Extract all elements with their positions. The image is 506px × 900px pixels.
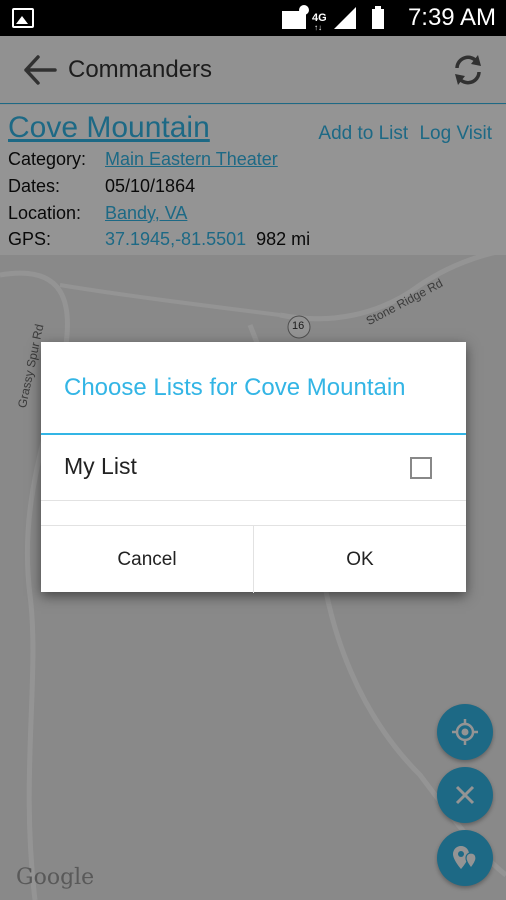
dialog-title: Choose Lists for Cove Mountain — [64, 374, 406, 401]
system-status-icons: 4G ↑↓ — [282, 5, 384, 31]
status-bar: 4G ↑↓ 7:39 AM — [0, 0, 506, 36]
signal-icon — [334, 7, 356, 29]
battery-icon — [372, 9, 384, 29]
gallery-icon — [12, 8, 34, 28]
cancel-button[interactable]: Cancel — [41, 526, 254, 593]
list-item-my-list[interactable]: My List — [41, 435, 466, 501]
my-list-checkbox[interactable] — [410, 457, 432, 479]
list-item-label: My List — [64, 453, 137, 479]
lte-icon: 4G ↑↓ — [312, 12, 327, 31]
wifi-calling-icon — [282, 5, 309, 29]
ok-button[interactable]: OK — [254, 526, 466, 593]
svg-text:↑↓: ↑↓ — [314, 23, 322, 31]
dialog-buttons: Cancel OK — [41, 525, 466, 593]
choose-lists-dialog: Choose Lists for Cove Mountain My List C… — [41, 342, 466, 593]
status-time: 7:39 AM — [407, 4, 496, 31]
